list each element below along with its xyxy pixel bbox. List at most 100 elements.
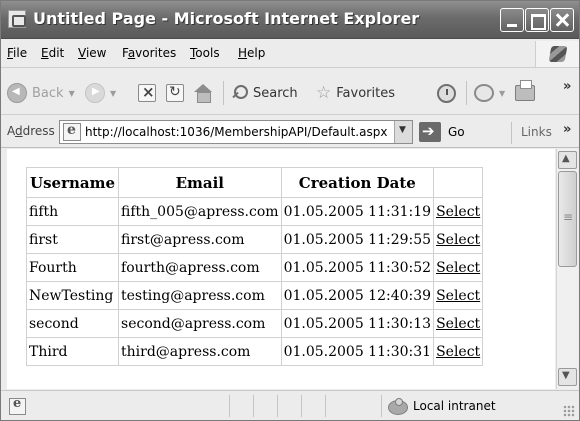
column-header-username: Username xyxy=(25,167,120,198)
table-row: fifth fifth_005@apress.com 01.05.2005 11… xyxy=(25,197,484,226)
select-link[interactable]: Select xyxy=(433,197,484,226)
cell-username: Third xyxy=(25,337,120,366)
select-link[interactable]: Select xyxy=(433,225,484,254)
mail-button[interactable]: ▼ xyxy=(474,82,505,104)
star-icon: ☆ xyxy=(316,82,332,103)
column-header-email: Email xyxy=(118,167,282,198)
header-row: Username Email Creation Date xyxy=(25,167,484,198)
ie-page-icon xyxy=(9,396,26,415)
back-arrow-icon xyxy=(7,83,27,103)
select-link[interactable]: Select xyxy=(433,253,484,282)
column-header-creation-date: Creation Date xyxy=(280,167,435,198)
status-pane-divider xyxy=(381,395,382,417)
intranet-icon xyxy=(388,398,408,415)
history-button[interactable] xyxy=(437,82,456,104)
status-pane-divider xyxy=(325,395,326,417)
cell-creation-date: 01.05.2005 11:30:31 xyxy=(280,337,435,366)
cell-email: fourth@apress.com xyxy=(118,253,282,282)
toolbar-separator xyxy=(223,81,224,105)
browser-window: Untitled Page - Microsoft Internet Explo… xyxy=(0,0,580,421)
standard-toolbar: Back ▼ ▼ Search ☆ Favorites xyxy=(1,69,579,115)
resize-grip-icon[interactable] xyxy=(563,405,575,417)
column-header-action xyxy=(433,167,484,198)
go-button[interactable]: Go xyxy=(448,125,465,139)
stop-button[interactable] xyxy=(138,82,156,104)
cell-username: second xyxy=(25,309,120,338)
toolbar-separator xyxy=(466,81,467,105)
scroll-thumb[interactable] xyxy=(558,171,577,267)
select-link[interactable]: Select xyxy=(433,281,484,310)
home-icon xyxy=(193,84,213,103)
table-row: second second@apress.com 01.05.2005 11:3… xyxy=(25,309,484,338)
print-icon xyxy=(515,80,535,101)
select-link[interactable]: Select xyxy=(433,337,484,366)
cell-creation-date: 01.05.2005 11:30:13 xyxy=(280,309,435,338)
stop-icon xyxy=(138,83,156,102)
mail-icon xyxy=(474,84,494,102)
address-label: Address xyxy=(7,124,55,138)
title-bar[interactable]: Untitled Page - Microsoft Internet Explo… xyxy=(1,1,579,39)
forward-button[interactable]: ▼ xyxy=(85,82,116,104)
home-button[interactable] xyxy=(193,82,213,104)
cell-creation-date: 01.05.2005 11:29:55 xyxy=(280,225,435,254)
close-button[interactable] xyxy=(550,8,574,32)
windows-logo-icon xyxy=(535,41,579,67)
vertical-scrollbar[interactable] xyxy=(556,149,578,389)
scroll-up-button[interactable] xyxy=(558,151,577,169)
menu-bar: File Edit View Favorites Tools Help xyxy=(1,40,579,68)
address-bar: Address http://localhost:1036/Membership… xyxy=(1,116,579,148)
status-bar: Local intranet xyxy=(1,390,579,420)
cell-email: third@apress.com xyxy=(118,337,282,366)
links-separator xyxy=(511,122,512,144)
chevron-down-icon[interactable]: ▼ xyxy=(499,89,505,98)
status-pane-divider xyxy=(229,395,230,417)
search-button[interactable]: Search xyxy=(231,82,298,104)
cell-email: second@apress.com xyxy=(118,309,282,338)
chevron-down-icon[interactable] xyxy=(394,121,412,143)
search-icon xyxy=(231,84,248,102)
links-button[interactable]: Links xyxy=(521,125,552,139)
go-arrow-icon[interactable] xyxy=(419,122,441,142)
window-title: Untitled Page - Microsoft Internet Explo… xyxy=(33,9,420,28)
favorites-label: Favorites xyxy=(336,85,395,101)
cell-creation-date: 01.05.2005 11:31:19 xyxy=(280,197,435,226)
select-link[interactable]: Select xyxy=(433,309,484,338)
status-pane-divider xyxy=(301,395,302,417)
scroll-down-button[interactable] xyxy=(558,368,577,386)
cell-username: Fourth xyxy=(25,253,120,282)
forward-arrow-icon xyxy=(85,83,105,103)
table-row: Third third@apress.com 01.05.2005 11:30:… xyxy=(25,337,484,366)
favorites-button[interactable]: ☆ Favorites xyxy=(316,82,395,104)
print-button[interactable] xyxy=(515,80,535,104)
history-icon xyxy=(437,83,456,103)
cell-creation-date: 01.05.2005 11:30:52 xyxy=(280,253,435,282)
table-row: NewTesting testing@apress.com 01.05.2005… xyxy=(25,281,484,310)
cell-email: testing@apress.com xyxy=(118,281,282,310)
menu-view[interactable]: View xyxy=(78,46,106,60)
chevron-down-icon[interactable]: ▼ xyxy=(69,89,75,98)
members-grid: Username Email Creation Date fifth fifth… xyxy=(25,167,484,366)
back-button[interactable]: Back ▼ xyxy=(7,82,75,104)
cell-email: first@apress.com xyxy=(118,225,282,254)
status-pane-divider xyxy=(277,395,278,417)
menu-help[interactable]: Help xyxy=(238,46,265,60)
cell-username: NewTesting xyxy=(25,281,120,310)
ie-page-icon xyxy=(63,122,81,141)
refresh-button[interactable] xyxy=(166,82,184,104)
table-row: Fourth fourth@apress.com 01.05.2005 11:3… xyxy=(25,253,484,282)
maximize-button[interactable] xyxy=(525,8,549,32)
address-input[interactable]: http://localhost:1036/MembershipAPI/Defa… xyxy=(59,120,413,144)
chevron-down-icon[interactable]: ▼ xyxy=(110,89,116,98)
menu-favorites[interactable]: Favorites xyxy=(122,46,176,60)
menu-file[interactable]: File xyxy=(7,46,27,60)
menu-edit[interactable]: Edit xyxy=(41,46,64,60)
address-url[interactable]: http://localhost:1036/MembershipAPI/Defa… xyxy=(85,125,394,139)
ie-page-icon[interactable] xyxy=(8,10,26,28)
menu-tools[interactable]: Tools xyxy=(190,46,220,60)
toolbar-overflow-button[interactable]: » xyxy=(563,79,571,94)
search-label: Search xyxy=(253,85,298,101)
links-overflow-button[interactable]: » xyxy=(563,122,571,137)
cell-username: fifth xyxy=(25,197,120,226)
minimize-button[interactable] xyxy=(500,8,524,32)
cell-creation-date: 01.05.2005 12:40:39 xyxy=(280,281,435,310)
